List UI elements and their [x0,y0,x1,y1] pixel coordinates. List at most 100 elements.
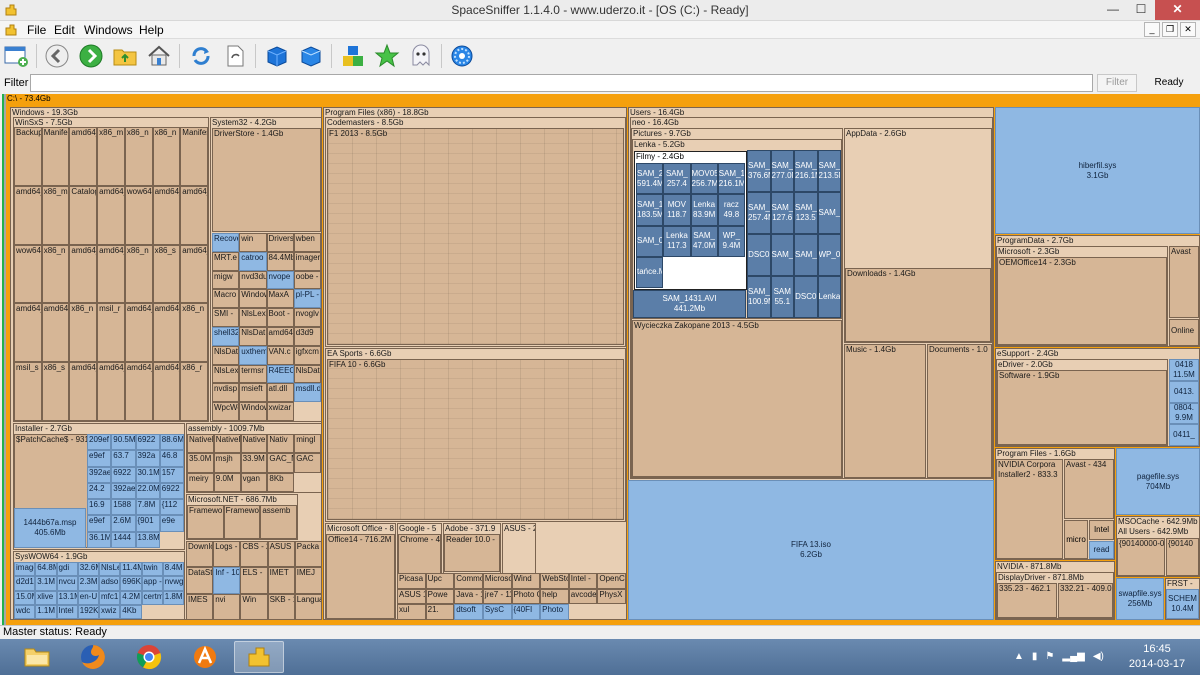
treemap-cell[interactable]: amd64_ [14,185,42,245]
treemap-cell[interactable]: {112 [159,499,184,516]
treemap-cell[interactable]: GAC [294,453,321,473]
treemap-cell[interactable]: nvope [266,270,294,290]
treemap-cell[interactable]: 392ae [87,466,112,483]
treemap-cell[interactable]: 90.5M [111,434,136,451]
treemap-cell[interactable]: SAM_132 216.1Mb [717,163,745,195]
driverstore-folder-block[interactable]: DriverStore - 1.4Gb [212,128,321,232]
treemap-cell[interactable]: x86_n [124,127,153,186]
treemap-cell[interactable]: x86_n [124,244,153,304]
treemap-cell[interactable]: 2.3M [77,576,99,591]
settings-button[interactable] [448,42,476,70]
treemap-cell[interactable]: 1.1M [35,604,57,619]
msp-file-block[interactable]: 1444b67a.msp 405.6Mb [14,508,86,548]
treemap-cell[interactable]: SAM_ 127.6 [770,192,794,234]
treemap-cell[interactable]: Backup - [14,127,42,186]
treemap-cell[interactable]: igfxcm [293,345,321,365]
fifa13-file-block[interactable]: FIFA 13.iso 6.2Gb [628,480,994,620]
treemap-cell[interactable]: xlive [35,590,57,605]
treemap-cell[interactable]: Lenka 117.3 [663,225,691,257]
treemap-cell[interactable]: Photo G [511,588,541,605]
treemap-cell[interactable]: Recovery [212,233,240,252]
treemap-cell[interactable]: Lenka 83.9M [690,194,718,226]
tags-button[interactable] [407,42,435,70]
treemap-cell[interactable]: amd64_ [97,185,125,245]
colors-button[interactable] [339,42,367,70]
treemap-cell[interactable]: OpenC [597,573,626,589]
treemap-cell[interactable]: avcodec [568,588,598,605]
f1-2013-folder-block[interactable]: F1 2013 - 8.5Gb [327,128,624,345]
treemap-cell[interactable]: dtsoft [454,604,483,620]
treemap-cell[interactable]: Native [240,434,268,454]
treemap-cell[interactable]: 0418 11.5M [1169,359,1199,381]
treemap-cell[interactable]: 36.1M [87,531,112,548]
refresh-page-button[interactable] [221,42,249,70]
swapfile-file-block[interactable]: swapfile.sys 256Mb [1116,578,1164,620]
schem-file-block[interactable]: SCHEM 10.4M [1166,589,1199,619]
treemap-cell[interactable]: help [540,588,569,605]
treemap-cell[interactable]: 6922 [159,482,184,500]
tray-usb-icon[interactable]: ▮ [1032,651,1038,662]
treemap-cell[interactable]: R4EEC [266,364,294,384]
treemap-cell[interactable]: 13.8M [135,531,160,548]
treemap-cell[interactable]: Wind [511,573,541,589]
treemap-cell[interactable]: nvwg [162,576,184,591]
treemap-cell[interactable]: 33.9M [240,453,268,473]
treemap-cell[interactable]: adso [99,576,121,591]
treemap-cell[interactable]: SAM_1312.AVI 257.4Mb [747,192,771,234]
treemap-cell[interactable]: Window [239,289,267,309]
app-menu-icon[interactable] [4,23,18,37]
treemap-cell[interactable]: amd64_ [152,185,181,245]
treemap-cell[interactable]: amd64_ [69,244,98,304]
treemap-cell[interactable]: amd64_ [41,303,70,363]
treemap-cell[interactable]: Common Files [454,573,483,589]
filter-input[interactable] [30,74,1093,92]
treemap-cell[interactable]: 30.1M [135,466,160,483]
refresh-button[interactable] [187,42,215,70]
treemap-cell[interactable]: pl-PL - [293,289,321,309]
treemap-cell[interactable]: 88.6M [159,434,184,451]
treemap-cell[interactable]: SAM_2719. [794,234,818,276]
treemap-cell[interactable]: certm [141,590,163,605]
tray-expand-icon[interactable]: ▲ [1014,651,1024,662]
menu-file[interactable]: File [27,23,46,37]
treemap-cell[interactable]: e9ef [87,515,112,532]
treemap-cell[interactable]: 0411_ [1169,424,1199,446]
treemap-cell[interactable]: meiry [187,472,214,492]
treemap-cell[interactable]: gdi [56,562,78,577]
treemap-cell[interactable]: 24.2 [87,482,112,500]
treemap-cell[interactable]: WP_0 [817,234,841,276]
treemap-cell[interactable]: 0804. 9.9M [1169,402,1199,425]
treemap-cell[interactable]: x86_m [97,127,125,186]
software-folder-block[interactable]: Software - 1.9Gb [997,370,1167,445]
treemap-cell[interactable]: {901 [135,515,160,532]
treemap-cell[interactable]: 16.9 [87,499,112,516]
treemap-cell[interactable]: 8.4M [162,562,184,577]
treemap-cell[interactable]: 13.1M [56,590,78,605]
treemap-cell[interactable]: app - [141,576,163,591]
treemap-cell[interactable]: 7.8M [135,499,160,516]
treemap-cell[interactable]: Boot - [266,308,294,327]
treemap-cell[interactable]: DSC0 [794,276,818,318]
treemap-cell[interactable]: 46.8 [159,450,184,467]
favorite-button[interactable] [373,42,401,70]
treemap-cell[interactable]: SAM_2576.A 591.4Mb [636,163,664,195]
zoom-in-button[interactable] [263,42,291,70]
treemap-cell[interactable]: 11.4M [120,562,142,577]
micro-folder-block[interactable]: micro [1064,520,1088,559]
treemap-cell[interactable]: 392a [135,450,160,467]
treemap-cell[interactable]: SAM_1 277.0M [770,150,794,192]
treemap-cell[interactable]: d2d1 [14,576,36,591]
treemap-cell[interactable]: imagere [293,251,321,271]
treemap-cell[interactable]: 15.0M [14,590,36,605]
treemap-cell[interactable]: Framewo [223,505,261,539]
treemap-cell[interactable]: xul [397,604,426,620]
driver-332-folder-block[interactable]: 332.21 - 409.0 [1058,583,1113,618]
treemap-cell[interactable]: 63.7 [111,450,136,467]
treemap-cell[interactable]: 6922 [111,466,136,483]
treemap-cell[interactable]: SAM_ 123.5 [794,192,818,234]
treemap-cell[interactable]: x86_s [41,362,70,421]
treemap-cell[interactable]: amd64_ [180,185,208,245]
mdi-restore-button[interactable]: ❐ [1162,22,1178,37]
avast-pd-folder-block[interactable]: Avast [1169,246,1199,318]
treemap-cell[interactable]: msdll.dl [293,383,321,403]
